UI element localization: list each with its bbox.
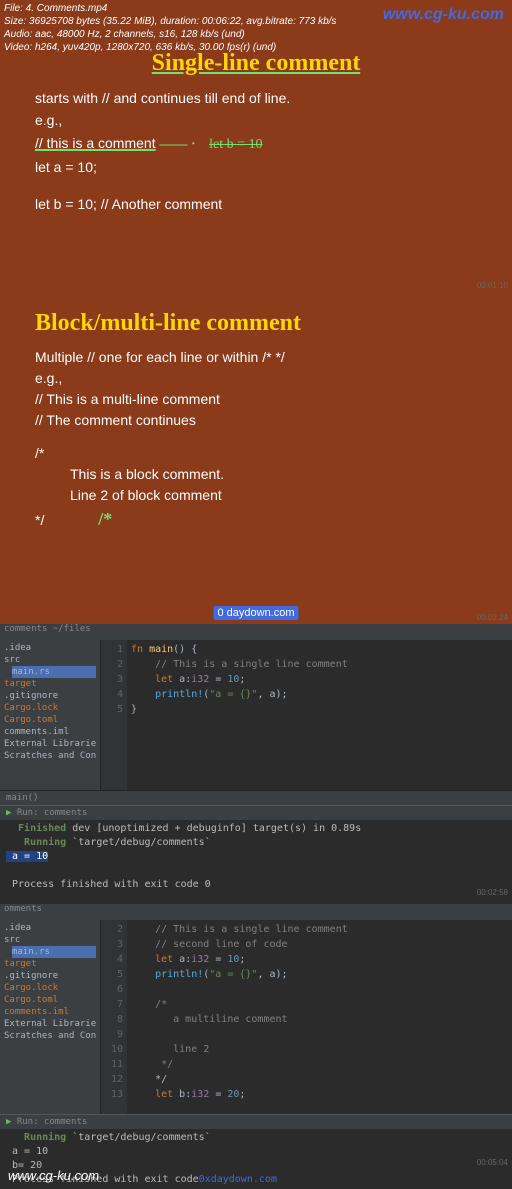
breadcrumb: main() xyxy=(0,790,512,805)
ide1-tabbar[interactable]: comments ~/files xyxy=(0,624,512,640)
tree-item[interactable]: .gitignore xyxy=(4,970,96,982)
tree-item[interactable]: src xyxy=(4,654,96,666)
gutter: 1 2 3 4 5 xyxy=(101,640,127,790)
run-icon: ▶ xyxy=(6,808,17,818)
slide1-comment-line: // this is a comment —— · let b = 10 xyxy=(35,132,477,156)
slide2-line5: /* xyxy=(35,443,477,464)
code-editor[interactable]: fn main() { // This is a single line com… xyxy=(127,640,512,790)
meta-audio: Audio: aac, 48000 Hz, 2 channels, s16, 1… xyxy=(4,28,336,41)
tree-item[interactable]: .gitignore xyxy=(4,690,96,702)
slide2-line6: This is a block comment. xyxy=(70,464,477,485)
code-editor-2[interactable]: // This is a single line comment // seco… xyxy=(127,920,512,1115)
ide2-tab[interactable]: omments xyxy=(4,904,42,914)
meta-file: File: 4. Comments.mp4 xyxy=(4,2,336,15)
slide1-title: Single-line comment xyxy=(0,50,512,77)
slide2-line2: e.g., xyxy=(35,368,477,389)
ide-screenshot-1: comments ~/files .idea src main.rs targe… xyxy=(0,624,512,904)
ide2-tabbar[interactable]: omments xyxy=(0,904,512,920)
tree-item[interactable]: External Libraries xyxy=(4,1018,96,1030)
watermark-bottom: www.cg-ku.com xyxy=(8,1168,99,1183)
watermark-top: www.cg-ku.com xyxy=(383,6,504,24)
timestamp-2: 00:02:24 xyxy=(477,613,508,622)
tree-item[interactable]: comments.iml xyxy=(4,1006,96,1018)
watermark-inline: 0xdaydown.com xyxy=(199,1174,277,1185)
tree-item[interactable]: Scratches and Con xyxy=(4,1030,96,1042)
tree-item[interactable]: Cargo.lock xyxy=(4,702,96,714)
tree-item-selected[interactable]: main.rs xyxy=(12,946,96,958)
media-metadata: File: 4. Comments.mp4 Size: 36925708 byt… xyxy=(4,2,336,54)
tree-item[interactable]: Cargo.lock xyxy=(4,982,96,994)
timestamp-3: 00:02:58 xyxy=(477,888,508,897)
slide1-line1: starts with // and continues till end of… xyxy=(35,87,477,109)
slide1-arrow-icon: —— · xyxy=(159,137,199,152)
tree-item-selected[interactable]: main.rs xyxy=(12,666,96,678)
slide1-line4: let a = 10; xyxy=(35,156,477,178)
ide1-tab-project[interactable]: comments ~/files xyxy=(4,624,91,634)
slide1-comment-text: // this is a comment xyxy=(35,135,156,151)
tree-item[interactable]: .idea xyxy=(4,922,96,934)
gutter-2: 234 567 8910 111213 xyxy=(101,920,127,1115)
tree-item[interactable]: src xyxy=(4,934,96,946)
slide2-line1: Multiple // one for each line or within … xyxy=(35,347,477,368)
slide1-line2: e.g., xyxy=(35,109,477,131)
project-tree-2[interactable]: .idea src main.rs target .gitignore Carg… xyxy=(0,920,101,1115)
terminal-output[interactable]: Finished dev [unoptimized + debuginfo] t… xyxy=(0,820,512,894)
slide2-line3: // This is a multi-line comment xyxy=(35,389,477,410)
meta-size: Size: 36925708 bytes (35.22 MiB), durati… xyxy=(4,15,336,28)
green-slash-star-icon: /* xyxy=(98,509,112,529)
slide1-line5: let b = 10; // Another comment xyxy=(35,193,477,215)
ide-screenshot-2: omments .idea src main.rs target .gitign… xyxy=(0,904,512,1189)
tree-item[interactable]: Scratches and Con xyxy=(4,750,96,762)
tree-item[interactable]: External Libraries xyxy=(4,738,96,750)
timestamp-1: 00:01:10 xyxy=(477,281,508,290)
run-panel-tab-2[interactable]: ▶ Run: comments xyxy=(0,1114,512,1129)
slide2-title: Block/multi-line comment xyxy=(35,310,512,337)
slide2-line8: */ /* xyxy=(35,506,477,533)
slide-block-comment: Block/multi-line comment Multiple // one… xyxy=(0,292,512,624)
tree-item[interactable]: Cargo.toml xyxy=(4,994,96,1006)
tree-item[interactable]: target xyxy=(4,678,96,690)
project-tree[interactable]: .idea src main.rs target .gitignore Carg… xyxy=(0,640,101,790)
timestamp-4: 00:05:04 xyxy=(477,1158,508,1167)
run-panel-tab[interactable]: ▶ Run: comments xyxy=(0,805,512,820)
tree-item[interactable]: Cargo.toml xyxy=(4,714,96,726)
meta-video: Video: h264, yuv420p, 1280x720, 636 kb/s… xyxy=(4,41,336,54)
run-icon: ▶ xyxy=(6,1117,17,1127)
tree-item[interactable]: .idea xyxy=(4,642,96,654)
tree-item[interactable]: target xyxy=(4,958,96,970)
tree-item[interactable]: comments.iml xyxy=(4,726,96,738)
watermark-center: 0 daydown.com xyxy=(213,606,298,620)
slide1-scribble: let b = 10 xyxy=(209,137,262,152)
slide2-line7: Line 2 of block comment xyxy=(70,485,477,506)
slide2-line4: // The comment continues xyxy=(35,410,477,431)
